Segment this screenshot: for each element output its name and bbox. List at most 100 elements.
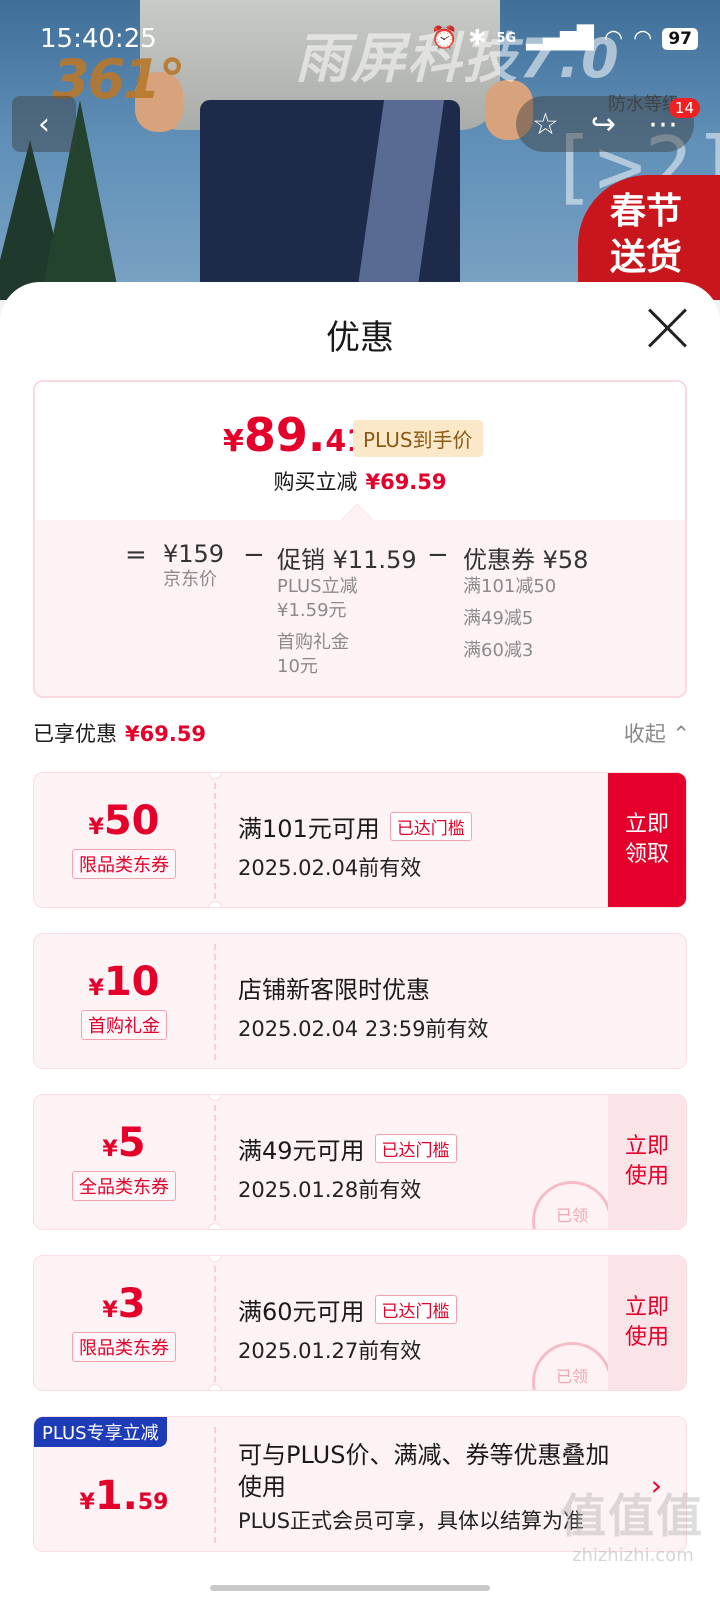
coupon-title-row: 满60元可用 已达门槛	[238, 1292, 457, 1327]
claim-button[interactable]: 立即领取	[608, 773, 686, 907]
wifi-icon: ◠	[633, 26, 653, 51]
coupon-type-badge: 全品类东券	[72, 1171, 176, 1201]
promo-item: PLUS立减	[277, 576, 358, 597]
dashed-divider	[214, 783, 216, 899]
coupon-expiry: 2025.02.04 23:59前有效	[238, 1017, 489, 1041]
status-bar: 15:40:25 ⏰ ✱ 5G ▂▄▆█ ◠ ◠ 97	[0, 0, 720, 76]
dashed-divider	[214, 1105, 216, 1221]
coupon-title: 满49元可用	[238, 1137, 365, 1165]
currency-symbol: ¥	[88, 976, 104, 1001]
sheet-title: 优惠	[326, 318, 394, 358]
coupon-item: 满49减5	[463, 608, 534, 629]
notch	[208, 901, 222, 907]
favorite-icon[interactable]: ☆	[532, 107, 559, 142]
coupon-expiry: 2025.01.27前有效	[238, 1339, 422, 1363]
amount-decimal: 59	[137, 1490, 169, 1515]
chevron-left-icon: ‹	[38, 106, 50, 142]
home-indicator[interactable]	[210, 1585, 490, 1591]
coupon-item: 满60减3	[463, 640, 534, 661]
coupon-info: 满60元可用 已达门槛 2025.01.27前有效	[238, 1292, 457, 1365]
network-label: 5G	[496, 31, 517, 46]
coupon-card: ¥5 全品类东券 满49元可用 已达门槛 2025.01.28前有效 已领 立即…	[33, 1094, 687, 1230]
coupon-amount: ¥5	[102, 1123, 145, 1163]
coupon-amount: ¥3	[102, 1284, 145, 1324]
battery-icon: 97	[662, 27, 698, 50]
promo-item: 首购礼金	[277, 632, 349, 653]
top-actions: ☆ ↪ ⋯	[516, 96, 694, 152]
coupon-value: ¥10 首购礼金	[34, 934, 214, 1068]
dashed-divider	[214, 1427, 216, 1543]
minus-sign: −	[427, 540, 449, 570]
status-icons: ⏰ ✱ 5G ▂▄▆█ ◠ ◠ 97	[431, 26, 698, 51]
coupon-value: ¥50 限品类东券	[34, 773, 214, 907]
claimed-stamp: 已领	[532, 1181, 612, 1229]
currency-symbol: ¥	[102, 1137, 118, 1162]
coupon-amount: ¥10	[89, 962, 160, 1002]
enjoyed-label: 已享优惠	[33, 722, 117, 746]
wifi-icon: ◠	[603, 26, 624, 51]
coupon-title: 店铺新客限时优惠	[238, 976, 430, 1004]
promo-line-1: 春节	[610, 190, 683, 232]
share-icon[interactable]: ↪	[591, 107, 616, 142]
back-button[interactable]: ‹	[12, 96, 76, 152]
promo-total: 促销 ¥11.59	[277, 546, 417, 574]
threshold-badge: 已达门槛	[374, 1134, 457, 1163]
coupon-title-row: 满49元可用 已达门槛	[238, 1131, 457, 1166]
coupon-card: ¥50 限品类东券 满101元可用 已达门槛 2025.02.04前有效 立即领…	[33, 772, 687, 908]
coupon-amount: ¥50	[89, 801, 160, 841]
coupon-title: 满60元可用	[238, 1298, 365, 1326]
save-line: 购买立减 ¥69.59	[35, 466, 685, 496]
amount-number: 50	[103, 798, 160, 844]
coupon-item: 满101减50	[463, 576, 557, 597]
equals-sign: =	[125, 540, 147, 570]
coupon-card: ¥10 首购礼金 店铺新客限时优惠 2025.02.04 23:59前有效	[33, 933, 687, 1069]
jd-price-label: 京东价	[163, 569, 217, 590]
coupon-title-row: 满101元可用 已达门槛	[238, 809, 472, 844]
minus-sign: −	[243, 540, 265, 570]
coupon-type-badge: 首购礼金	[81, 1010, 167, 1040]
threshold-badge: 已达门槛	[389, 812, 472, 841]
coupon-col: 优惠券 ¥58 满101减50 满49减5 满60减3	[463, 540, 588, 663]
dashed-divider	[214, 944, 216, 1060]
site-watermark: 值值值	[560, 1489, 704, 1543]
promo-item: 10元	[277, 656, 318, 677]
enjoyed-amount: ¥69.59	[125, 722, 207, 746]
amount-number: 1.	[94, 1473, 138, 1519]
price-summary-card: ¥89.41 PLUS到手价 购买立减 ¥69.59 = ¥159 京东价 − 促…	[33, 380, 687, 698]
site-watermark-url: zhizhizhi.com	[572, 1545, 694, 1566]
notch	[208, 1384, 222, 1390]
close-icon[interactable]	[646, 306, 690, 350]
claimed-stamp: 已领	[532, 1342, 612, 1390]
currency-symbol: ¥	[223, 424, 244, 459]
coupon-info: 满49元可用 已达门槛 2025.01.28前有效	[238, 1131, 457, 1204]
plus-price-tag: PLUS到手价	[353, 420, 483, 457]
alarm-icon: ⏰	[430, 26, 459, 51]
collapse-button[interactable]: 收起 ⌃	[624, 718, 690, 748]
dashed-divider	[214, 1266, 216, 1382]
discount-sheet: 优惠 ¥89.41 PLUS到手价 购买立减 ¥69.59 = ¥159 京东价 …	[0, 282, 720, 1600]
currency-symbol: ¥	[102, 1298, 118, 1323]
coupon-type-badge: 限品类东券	[72, 1332, 176, 1362]
currency-symbol: ¥	[88, 815, 104, 840]
price-integer: 89.	[243, 408, 326, 462]
threshold-badge: 已达门槛	[374, 1295, 457, 1324]
promo-col: 促销 ¥11.59 PLUS立减 ¥1.59元 首购礼金 10元	[277, 540, 417, 679]
use-button[interactable]: 立即使用	[608, 1256, 686, 1390]
signal-icon: ▂▄▆█	[526, 26, 594, 51]
coupon-type-badge: 限品类东券	[72, 849, 176, 879]
coupon-value: ¥3 限品类东券	[34, 1256, 214, 1390]
notch	[208, 1223, 222, 1229]
final-price: ¥89.41	[223, 408, 367, 462]
bluetooth-icon: ✱	[468, 26, 487, 51]
spring-promo-text: 春节 送货	[610, 188, 682, 280]
use-button[interactable]: 立即使用	[608, 1095, 686, 1229]
amount-number: 3	[117, 1281, 146, 1327]
jd-price: ¥159	[163, 540, 225, 568]
coupon-value: ¥5 全品类东券	[34, 1095, 214, 1229]
amount-number: 10	[103, 959, 160, 1005]
currency-symbol: ¥	[79, 1490, 95, 1515]
enjoyed-discount: 已享优惠 ¥69.59	[33, 718, 206, 748]
coupon-expiry: 2025.02.04前有效	[238, 856, 422, 880]
message-count-badge: 14	[668, 98, 700, 118]
status-time: 15:40:25	[40, 24, 157, 54]
